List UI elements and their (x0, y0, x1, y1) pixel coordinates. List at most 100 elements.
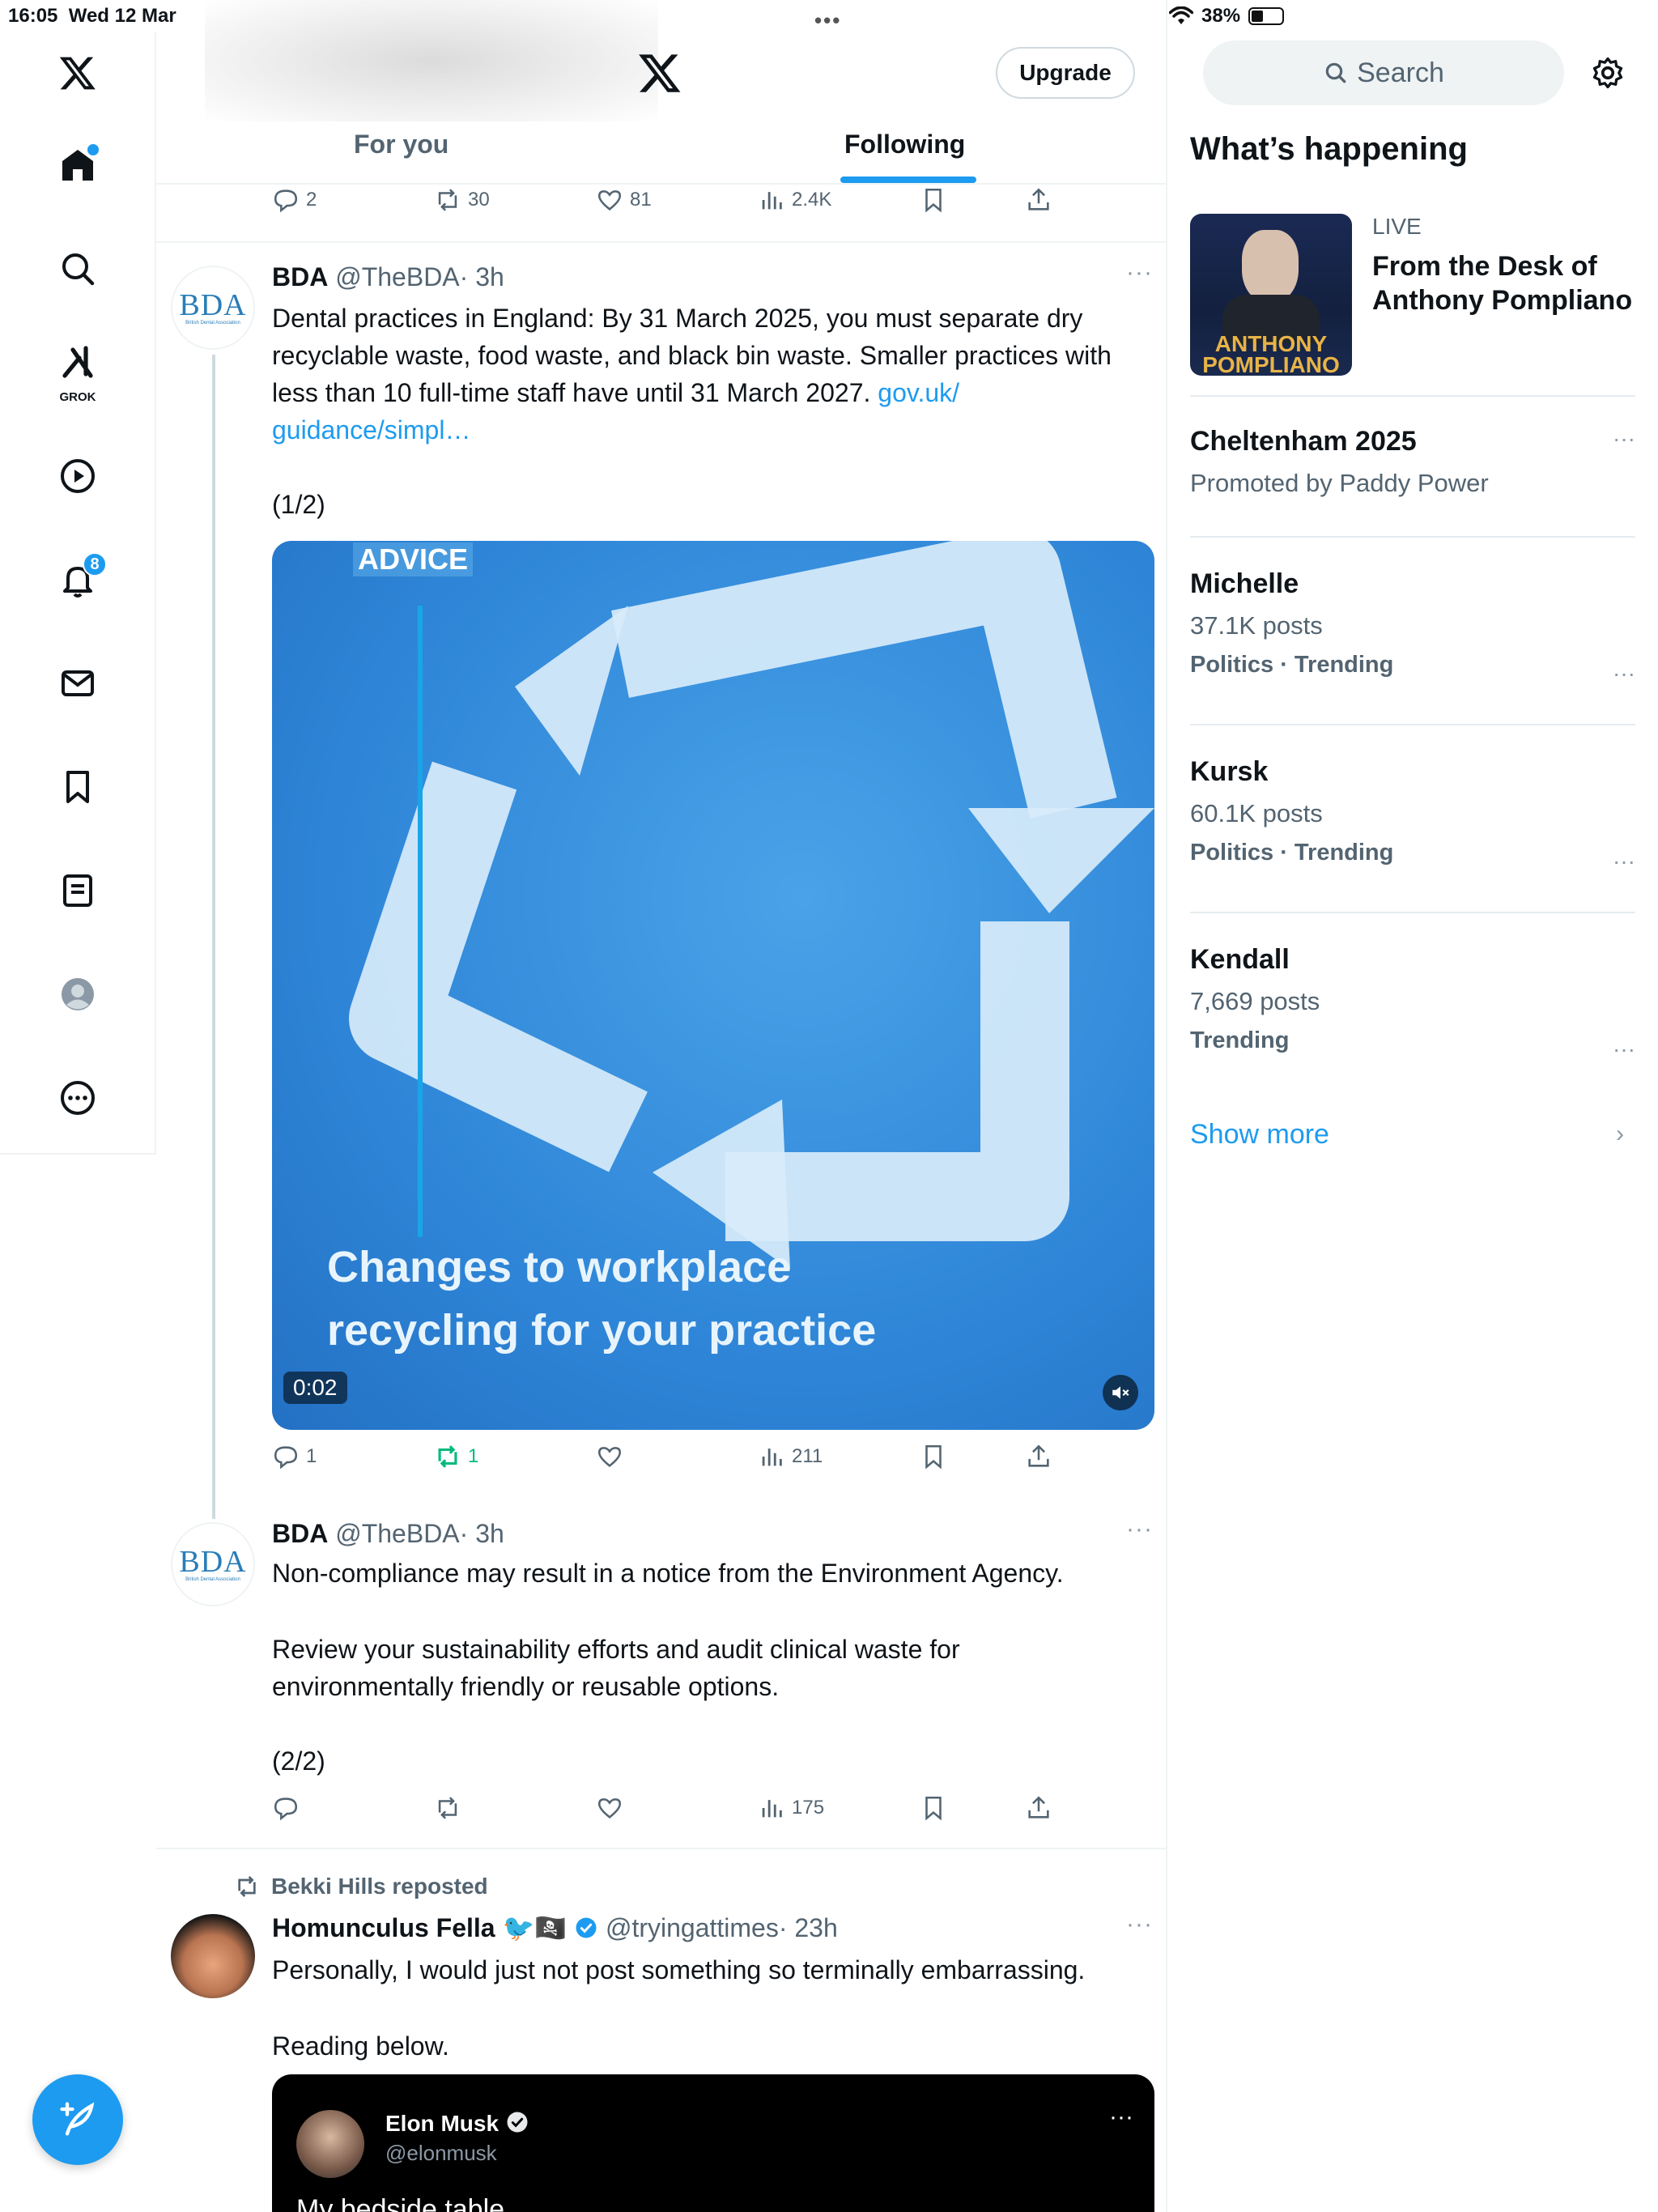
nav-bookmarks[interactable] (49, 758, 107, 816)
status-bar: 16:05 Wed 12 Mar ••• 38% (0, 0, 1658, 32)
video-accent-line (418, 606, 423, 1237)
quoted-author-handle[interactable]: @elonmusk (385, 2141, 497, 2166)
nav-grok[interactable]: GROK (49, 342, 107, 404)
video-caption: Changes to workplace recycling for your … (327, 1236, 876, 1362)
nav-notifications[interactable]: 8 (49, 551, 107, 609)
repost-attribution: Bekki Hills reposted (234, 1874, 488, 1899)
x-logo-icon[interactable] (49, 44, 107, 102)
trend-item[interactable]: Kursk 60.1K posts Politics · Trending ··… (1190, 756, 1635, 874)
author-handle[interactable]: @TheBDA (335, 1519, 459, 1548)
bookmark-button[interactable] (920, 1443, 947, 1470)
wifi-icon (1169, 6, 1193, 24)
bookmark-button[interactable] (920, 1794, 947, 1822)
live-title[interactable]: From the Desk of Anthony Pompliano (1372, 249, 1657, 317)
tab-for-you[interactable]: For you (354, 130, 449, 160)
nav-explore[interactable] (49, 240, 107, 298)
quoted-author-avatar[interactable] (296, 2110, 364, 2178)
tab-following[interactable]: Following (844, 130, 965, 160)
trend-posts: 60.1K posts (1190, 799, 1323, 827)
like-button[interactable] (596, 1443, 630, 1470)
compose-feather-icon (60, 2102, 95, 2136)
post-header: BDA @TheBDA· 3h (272, 1519, 504, 1549)
search-input[interactable]: Search (1203, 40, 1564, 105)
quoted-more-button[interactable]: ··· (1109, 2104, 1133, 2131)
multitasking-handle[interactable]: ••• (814, 8, 841, 33)
nav-lists[interactable] (49, 861, 107, 920)
settings-gear-icon[interactable] (1590, 55, 1626, 91)
quoted-post[interactable]: Elon Musk @elonmusk ··· My bedside table (272, 2074, 1154, 2212)
nav-video[interactable] (49, 447, 107, 505)
author-name[interactable]: BDA (272, 262, 328, 291)
share-button[interactable] (1025, 1443, 1052, 1470)
author-handle[interactable]: @tryingattimes (606, 1913, 779, 1942)
post-time[interactable]: · 3h (460, 1519, 504, 1548)
quoted-author-name[interactable]: Elon Musk (385, 2110, 529, 2137)
repost-icon (438, 1797, 457, 1819)
bookmark-icon (66, 771, 89, 803)
post-time[interactable]: · 23h (779, 1913, 838, 1942)
views-button[interactable]: 2.4K (758, 186, 831, 214)
bda-avatar[interactable]: BDA British Dental Association (171, 1522, 255, 1606)
nav-more[interactable] (49, 1069, 107, 1127)
nav-messages[interactable] (49, 654, 107, 713)
author-handle[interactable]: @TheBDA (335, 262, 459, 291)
post-header: Homunculus Fella 🐦🏴‍☠️ @tryingattimes· 2… (272, 1912, 838, 1943)
post-text: Non-compliance may result in a notice fr… (272, 1559, 1064, 1588)
search-icon (1325, 62, 1346, 83)
bda-logo-subtext: British Dental Association (185, 321, 240, 325)
bda-avatar[interactable]: BDA British Dental Association (171, 266, 255, 350)
post-more-button[interactable]: ··· (1126, 1911, 1153, 1938)
share-button[interactable] (1025, 186, 1052, 214)
like-button[interactable] (596, 1794, 630, 1822)
bda-logo-text: BDA (179, 288, 247, 322)
share-button[interactable] (1025, 1794, 1052, 1822)
reply-count: 2 (306, 189, 317, 211)
compose-post-button[interactable] (32, 2074, 123, 2165)
homunculus-avatar[interactable] (171, 1914, 255, 1998)
author-name[interactable]: BDA (272, 1519, 328, 1548)
post-more-button[interactable]: ··· (1126, 259, 1153, 287)
views-button[interactable]: 175 (758, 1794, 824, 1822)
mute-button[interactable] (1103, 1375, 1138, 1410)
post-text: Reading below. (272, 2031, 449, 2061)
reply-button[interactable]: 2 (272, 186, 317, 214)
bookmark-icon (925, 1796, 942, 1821)
nav-home[interactable] (49, 136, 107, 194)
bookmark-icon (925, 188, 942, 213)
post-video[interactable]: ADVICE Changes to workplace recycling fo… (272, 541, 1154, 1430)
search-icon (62, 253, 95, 286)
upgrade-button[interactable]: Upgrade (996, 47, 1135, 99)
trend-more-button[interactable]: ··· (1613, 661, 1635, 687)
repost-button[interactable]: 30 (434, 186, 490, 214)
like-button[interactable]: 81 (596, 186, 652, 214)
nav-profile[interactable] (49, 965, 107, 1023)
repost-label[interactable]: Bekki Hills reposted (271, 1874, 488, 1899)
trend-item[interactable]: Kendall 7,669 posts Trending ··· (1190, 944, 1635, 1061)
reply-button[interactable] (272, 1794, 306, 1822)
reply-button[interactable]: 1 (272, 1443, 317, 1470)
live-event-card[interactable]: ANTHONY POMPLIANO LIVE From the Desk of … (1190, 214, 1656, 376)
repost-button[interactable]: 1 (434, 1443, 478, 1470)
grok-icon (62, 346, 93, 378)
speaker-muted-icon (1112, 1386, 1129, 1399)
repost-button[interactable] (434, 1794, 468, 1822)
video-caption-line1: Changes to workplace (327, 1243, 792, 1291)
profile-avatar-icon (62, 978, 94, 1010)
grok-label: GROK (59, 390, 96, 404)
views-button[interactable]: 211 (758, 1443, 823, 1470)
author-name[interactable]: Homunculus Fella (272, 1913, 495, 1942)
trend-more-button[interactable]: ··· (1613, 849, 1635, 874)
trend-item[interactable]: Michelle 37.1K posts Politics · Trending… (1190, 568, 1635, 686)
post-more-button[interactable]: ··· (1126, 1516, 1153, 1543)
trend-more-button[interactable]: ··· (1613, 426, 1635, 452)
trend-divider (1190, 395, 1635, 397)
show-more-link[interactable]: Show more (1190, 1119, 1329, 1151)
bookmark-button[interactable] (920, 186, 947, 214)
promoted-trend[interactable]: Cheltenham 2025 Promoted by Paddy Power … (1190, 426, 1635, 498)
reply-icon (274, 189, 298, 213)
home-unread-dot (87, 144, 99, 155)
thread-counter: (1/2) (272, 490, 325, 519)
trend-name: Kursk (1190, 756, 1269, 787)
post-time[interactable]: · 3h (460, 262, 504, 291)
trend-more-button[interactable]: ··· (1613, 1036, 1635, 1062)
